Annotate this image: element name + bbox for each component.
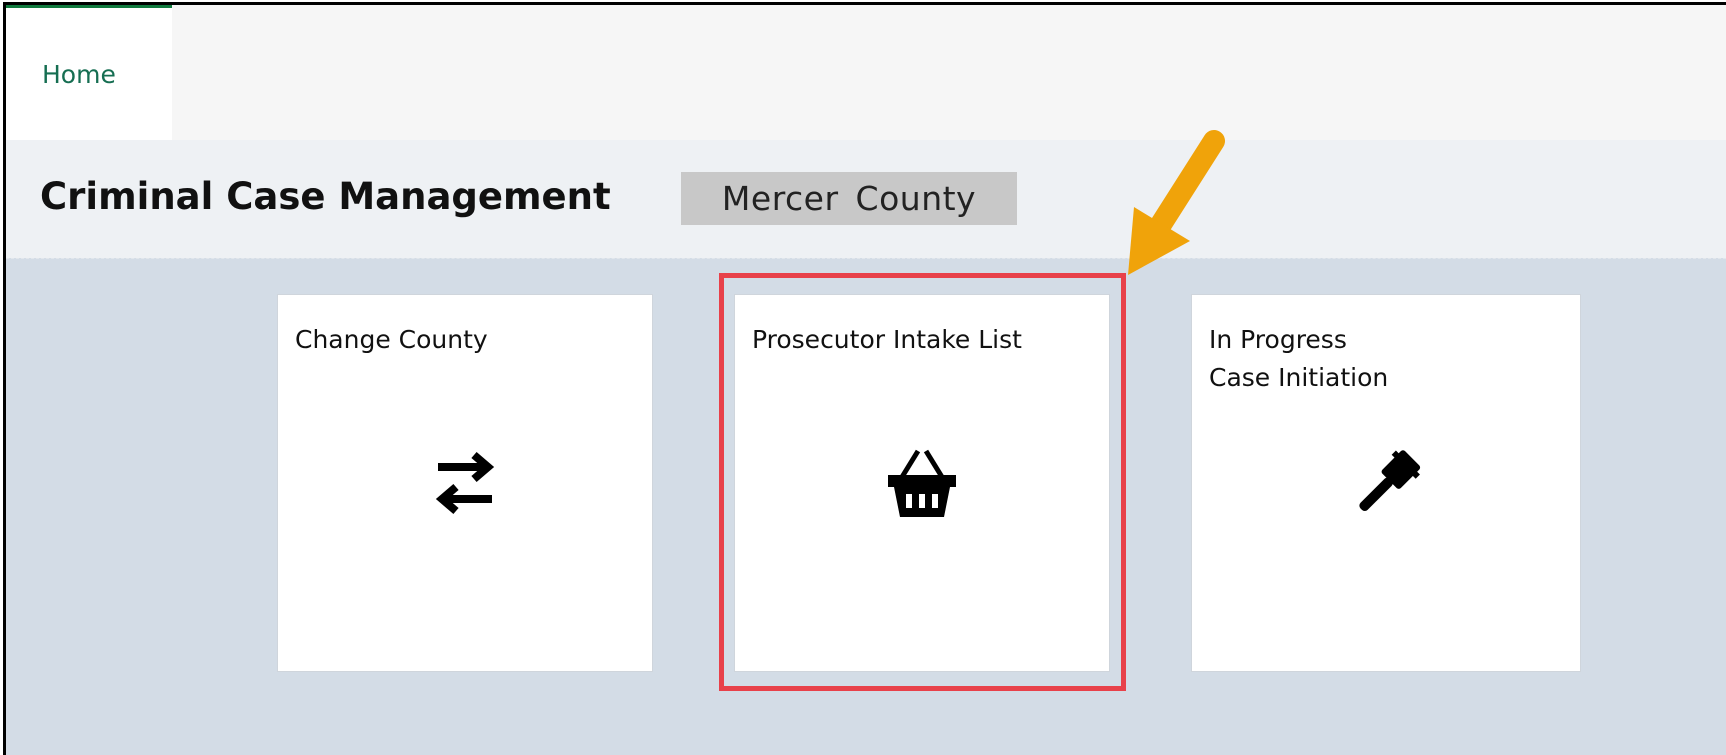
in-progress-case-initiation-tile[interactable]: In Progress Case Initiation	[1191, 294, 1581, 672]
county-badge-label: Mercer County	[721, 179, 977, 218]
tab-home-label: Home	[42, 59, 116, 89]
page-header: Criminal Case Management Mercer County	[6, 140, 1726, 258]
swap-arrows-icon	[278, 443, 652, 523]
top-nav-bar: Home	[6, 5, 1726, 140]
tab-home[interactable]: Home	[6, 5, 172, 140]
tile-title: In Progress Case Initiation	[1209, 325, 1389, 392]
basket-icon	[735, 443, 1109, 523]
tiles-area: Change County Prosecutor Intake List In …	[6, 258, 1726, 755]
change-county-tile[interactable]: Change County	[277, 294, 653, 672]
tile-title: Change County	[295, 325, 488, 354]
app-frame: Home Criminal Case Management Mercer Cou…	[3, 2, 1726, 755]
prosecutor-intake-list-tile[interactable]: Prosecutor Intake List	[734, 294, 1110, 672]
gavel-icon	[1192, 443, 1580, 523]
page-title: Criminal Case Management	[40, 175, 611, 218]
county-badge: Mercer County	[681, 172, 1017, 225]
tile-title: Prosecutor Intake List	[752, 325, 1022, 354]
